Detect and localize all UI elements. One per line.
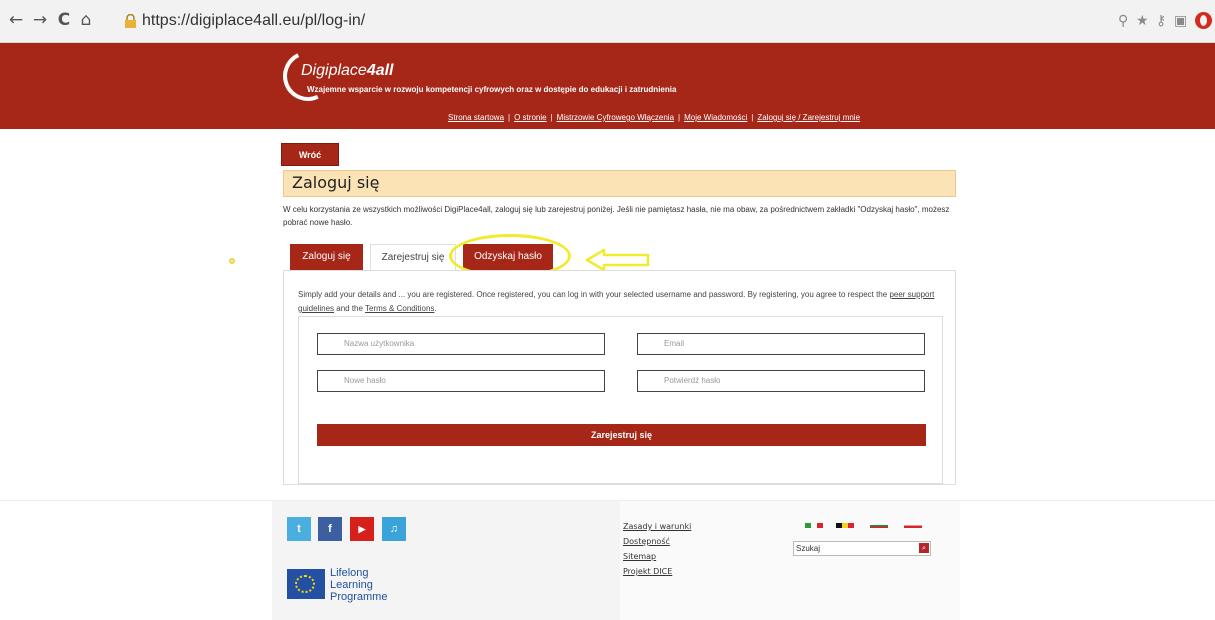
llp-line: Learning — [330, 579, 373, 591]
username-field[interactable]: Nazwa użytkownika — [317, 333, 605, 355]
confirm-password-field[interactable]: Potwierdź hasło — [637, 370, 925, 392]
nav-separator: | — [508, 113, 511, 122]
nav-separator: | — [678, 113, 681, 122]
tab-login[interactable]: Zaloguj się — [290, 244, 363, 270]
llp-line: Programme — [330, 591, 388, 603]
home-icon[interactable]: ⌂ — [76, 10, 96, 30]
nav-messages[interactable]: Moje Wiadomości — [684, 113, 747, 122]
nav-login-register[interactable]: Zaloguj się / Zarejestruj mnie — [757, 113, 860, 122]
nav-champions[interactable]: Mistrzowie Cyfrowego Włączenia — [557, 113, 674, 122]
flag-poland-icon[interactable] — [904, 523, 922, 528]
search-input[interactable]: Szukaj — [793, 541, 931, 556]
tab-register[interactable]: Zarejestruj się — [370, 244, 456, 271]
site-name-prefix: Digiplace — [301, 62, 367, 79]
twitter-icon[interactable]: t — [287, 517, 311, 541]
music-icon[interactable]: ♫ — [382, 517, 406, 541]
annotation-dot — [229, 258, 235, 264]
flag-italy-icon[interactable] — [805, 523, 823, 528]
extension-icon[interactable]: ▣ — [1174, 12, 1187, 30]
register-form: Nazwa użytkownika Email Nowe hasło Potwi… — [298, 316, 943, 484]
search-icon[interactable]: ⌕ — [919, 543, 929, 553]
tagline: Wzajemne wsparcie w rozwoju kompetencji … — [307, 85, 677, 94]
llp-logo-text: Lifelong Learning Programme — [330, 567, 387, 603]
flag-bulgaria-icon[interactable] — [870, 523, 888, 528]
back-button[interactable]: Wróć — [281, 143, 339, 166]
llp-line: Lifelong — [330, 567, 369, 579]
site-logo[interactable]: Digiplace4all — [301, 62, 394, 80]
key-icon[interactable]: ⚷ — [1156, 12, 1166, 30]
nav-separator: | — [550, 113, 553, 122]
register-info-text: Simply add your details and ... you are … — [298, 288, 948, 316]
footer-links: Zasady i warunki Dostępność Sitemap Proj… — [623, 519, 691, 579]
nav-about[interactable]: O stronie — [514, 113, 546, 122]
zoom-icon[interactable]: ⚲ — [1118, 12, 1128, 30]
register-button[interactable]: Zarejestruj się — [317, 424, 926, 446]
address-bar[interactable]: https://digiplace4all.eu/pl/log-in/ — [120, 11, 1080, 33]
top-navigation: Strona startowa | O stronie | Mistrzowie Cyf… — [448, 113, 860, 122]
footer — [0, 500, 1215, 620]
footer-link-accessibility[interactable]: Dostępność — [623, 534, 691, 549]
register-info-part: . — [434, 304, 437, 313]
page-title: Zaloguj się — [292, 173, 380, 192]
new-password-field[interactable]: Nowe hasło — [317, 370, 605, 392]
flag-belgium-icon[interactable] — [836, 523, 854, 528]
facebook-icon[interactable]: f — [318, 517, 342, 541]
star-icon[interactable]: ★ — [1136, 12, 1149, 30]
register-info-part: Simply add your details and ... you are … — [298, 290, 890, 299]
page-title-box: Zaloguj się — [283, 170, 956, 197]
opera-icon[interactable] — [1194, 11, 1213, 30]
site-name-suffix: 4all — [366, 62, 394, 79]
nav-home[interactable]: Strona startowa — [448, 113, 504, 122]
terms-link[interactable]: Terms & Conditions — [365, 304, 434, 313]
reload-icon[interactable]: C — [54, 10, 74, 30]
url-text: https://digiplace4all.eu/pl/log-in/ — [142, 12, 366, 29]
forward-arrow-icon[interactable]: → — [30, 10, 50, 30]
eu-stars-icon — [295, 575, 315, 593]
back-arrow-icon[interactable]: ← — [6, 10, 26, 30]
register-info-part: and the — [334, 304, 366, 313]
youtube-icon[interactable]: ▶ — [350, 517, 374, 541]
register-panel: Simply add your details and ... you are … — [283, 270, 956, 485]
email-field[interactable]: Email — [637, 333, 925, 355]
intro-text: W celu korzystania ze wszystkich możliwo… — [283, 205, 950, 227]
lock-icon — [125, 14, 136, 28]
footer-link-dice[interactable]: Projekt DICE — [623, 564, 691, 579]
nav-separator: | — [751, 113, 754, 122]
footer-link-terms[interactable]: Zasady i warunki — [623, 519, 691, 534]
footer-link-sitemap[interactable]: Sitemap — [623, 549, 691, 564]
